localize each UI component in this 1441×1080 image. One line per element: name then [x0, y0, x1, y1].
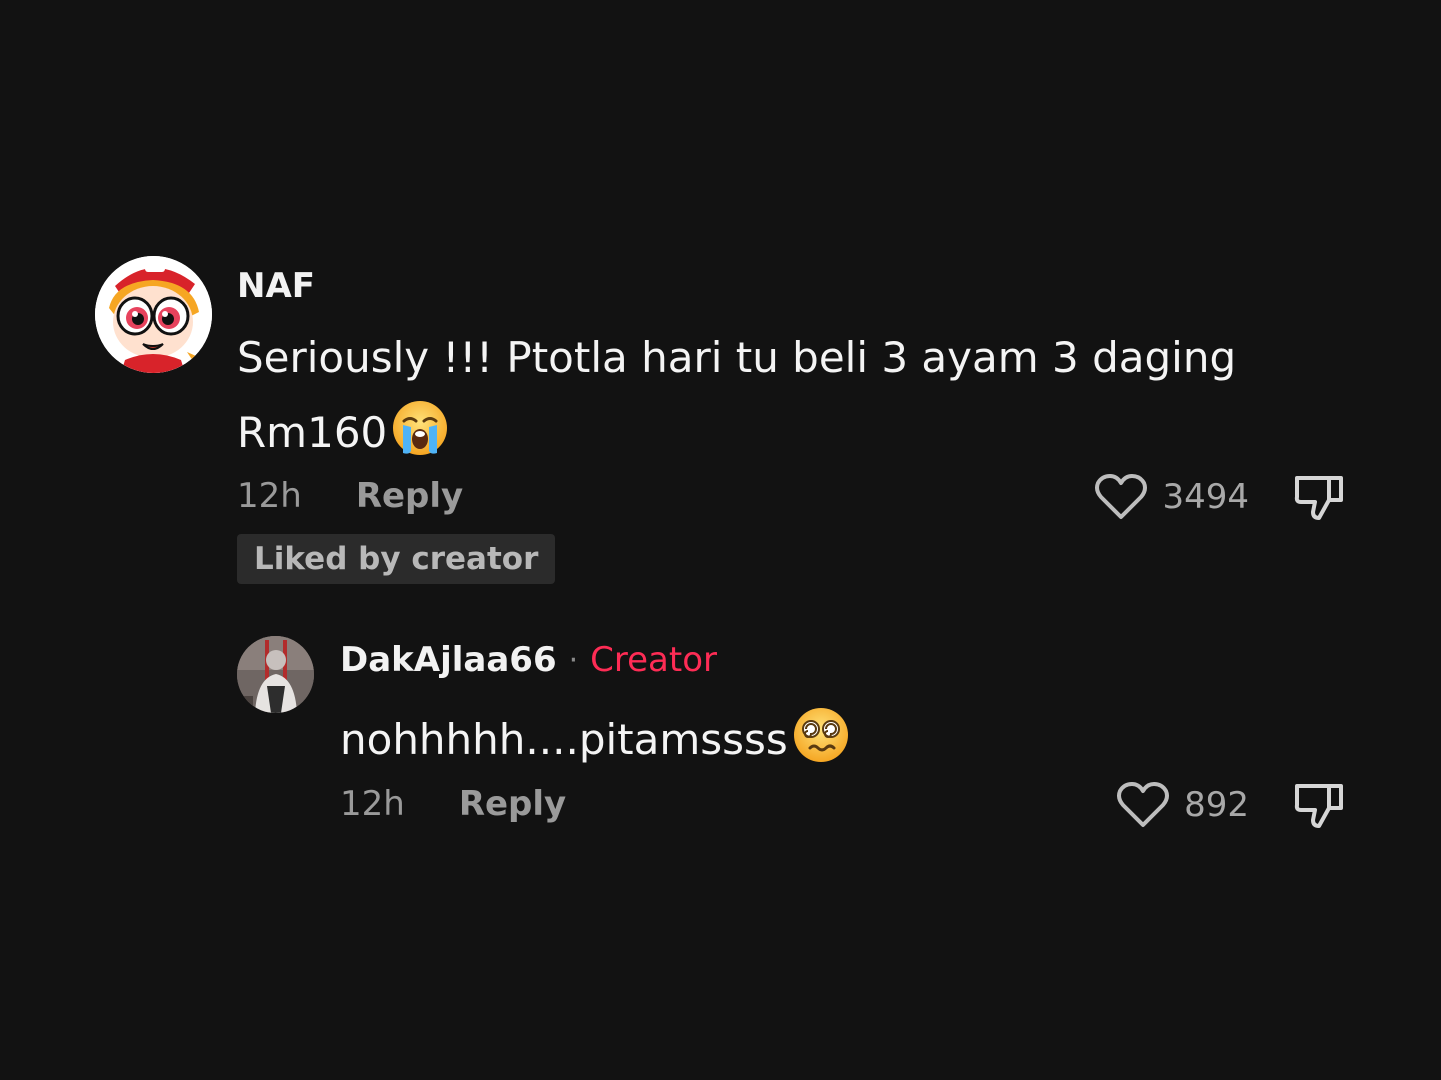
reply-header: DakAjlaa66 · Creator	[340, 640, 717, 680]
like-count: 892	[1184, 785, 1249, 825]
thumbs-down-icon	[1294, 476, 1343, 520]
heart-outline-icon	[1095, 474, 1148, 519]
separator-dot: ·	[568, 642, 579, 678]
comment-text-amount: Rm160	[237, 408, 388, 457]
comment-actions: 3494	[1094, 472, 1345, 522]
reply-username[interactable]: DakAjlaa66	[340, 640, 557, 680]
reply-meta: 12h Reply	[340, 782, 566, 826]
like-button[interactable]: 892	[1116, 781, 1249, 829]
thumbs-down-icon	[1294, 784, 1343, 828]
photo-avatar-image	[237, 636, 314, 713]
reply-text: nohhhhh....pitamssss	[340, 706, 850, 780]
avatar[interactable]	[95, 256, 212, 373]
comment-username[interactable]: NAF	[237, 266, 315, 306]
reply-button[interactable]: Reply	[356, 476, 463, 516]
loudly-crying-face-icon	[391, 399, 449, 480]
cartoon-avatar-image	[95, 256, 212, 373]
comment-timestamp: 12h	[237, 476, 302, 516]
avatar[interactable]	[237, 636, 314, 713]
liked-by-creator-badge: Liked by creator	[237, 534, 556, 584]
reply-button[interactable]: Reply	[459, 784, 566, 824]
like-count: 3494	[1162, 477, 1249, 517]
reply-text-content: nohhhhh....pitamssss	[340, 715, 788, 764]
dislike-button[interactable]	[1293, 780, 1345, 830]
heart-outline-icon	[1117, 782, 1170, 827]
dizzy-face-icon	[792, 706, 850, 780]
reply-actions: 892	[1116, 780, 1345, 830]
comments-screen: NAF Seriously !!! Ptotla hari tu beli 3 …	[0, 0, 1441, 1080]
reply-timestamp: 12h	[340, 784, 405, 824]
comment-text-line-2: Rm160	[237, 395, 1297, 480]
comment-text-line-1: Seriously !!! Ptotla hari tu beli 3 ayam…	[237, 333, 1237, 382]
creator-tag: Creator	[590, 640, 717, 680]
dislike-button[interactable]	[1293, 472, 1345, 522]
like-button[interactable]: 3494	[1094, 473, 1249, 521]
comment-text: Seriously !!! Ptotla hari tu beli 3 ayam…	[237, 320, 1297, 480]
comment-meta: 12h Reply	[237, 474, 463, 518]
